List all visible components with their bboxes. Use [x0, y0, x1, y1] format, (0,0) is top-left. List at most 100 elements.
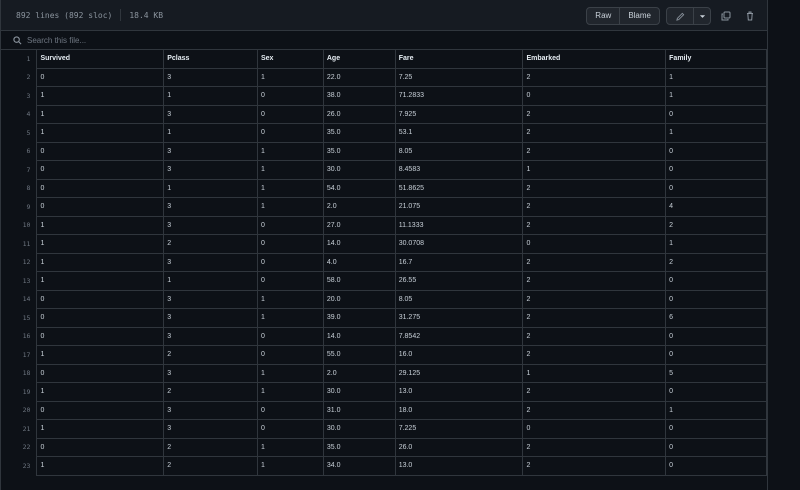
table-cell: 1 [257, 308, 324, 328]
line-number[interactable]: 2 [1, 68, 37, 87]
table-cell: 2 [522, 308, 667, 328]
line-number[interactable]: 22 [1, 438, 37, 457]
table-cell: 35.0 [322, 437, 396, 457]
table-cell: 1 [665, 234, 767, 254]
table-cell: 16.0 [394, 345, 524, 365]
file-header: 892 lines (892 sloc) 18.4 KB Raw Blame [1, 0, 767, 31]
table-cell: 0 [257, 326, 324, 346]
column-header: Survived [36, 49, 165, 69]
line-number[interactable]: 11 [1, 235, 37, 254]
line-number[interactable]: 23 [1, 457, 37, 476]
table-cell: 1 [36, 271, 165, 291]
table-cell: 1 [36, 382, 165, 402]
table-cell: 7.8542 [394, 326, 524, 346]
table-cell: 4.0 [322, 252, 396, 272]
table-cell: 1 [163, 178, 258, 198]
line-number[interactable]: 9 [1, 198, 37, 217]
table-row: 13 1 1 0 58.0 26.55 2 0 [1, 271, 767, 291]
table-cell: 0 [522, 234, 667, 254]
table-cell: 3 [163, 104, 258, 124]
table-cell: 2 [522, 252, 667, 272]
table-cell: 1 [257, 160, 324, 180]
table-row: 6 0 3 1 35.0 8.05 2 0 [1, 141, 767, 161]
table-cell: 3 [163, 197, 258, 217]
table-cell: 0 [522, 86, 667, 106]
table-cell: 2 [163, 437, 258, 457]
table-header-row: 1 Survived Pclass Sex Age Fare Embarked … [1, 49, 767, 69]
table-cell: 7.25 [394, 67, 524, 87]
table-cell: 0 [36, 289, 165, 309]
table-cell: 1 [36, 252, 165, 272]
line-count: 892 lines (892 sloc) [16, 10, 113, 20]
line-number[interactable]: 12 [1, 253, 37, 272]
table-cell: 2 [163, 234, 258, 254]
line-number[interactable]: 16 [1, 327, 37, 346]
table-cell: 34.0 [322, 456, 396, 476]
table-cell: 53.1 [394, 123, 524, 143]
table-cell: 39.0 [322, 308, 396, 328]
file-search[interactable]: Search this file... [1, 31, 767, 50]
table-cell: 71.2833 [394, 86, 524, 106]
line-number[interactable]: 20 [1, 401, 37, 420]
table-cell: 2 [665, 252, 767, 272]
line-number[interactable]: 21 [1, 420, 37, 439]
raw-button[interactable]: Raw [587, 8, 621, 24]
line-number[interactable]: 17 [1, 346, 37, 365]
divider [120, 9, 122, 21]
table-cell: 1 [257, 141, 324, 161]
table-cell: 1 [257, 178, 324, 198]
line-number[interactable]: 14 [1, 290, 37, 309]
line-number[interactable]: 10 [1, 216, 37, 235]
trash-icon [747, 11, 753, 21]
table-cell: 0 [665, 345, 767, 365]
table-cell: 1 [522, 363, 667, 383]
edit-dropdown-button[interactable] [694, 8, 710, 24]
line-number[interactable]: 8 [1, 179, 37, 198]
table-cell: 0 [36, 363, 165, 383]
table-cell: 2 [522, 123, 667, 143]
table-cell: 1 [36, 419, 165, 439]
line-number[interactable]: 19 [1, 383, 37, 402]
table-cell: 0 [665, 141, 767, 161]
table-cell: 2 [522, 345, 667, 365]
table-cell: 2 [522, 437, 667, 457]
table-cell: 1 [257, 197, 324, 217]
table-cell: 1 [665, 400, 767, 420]
blame-button[interactable]: Blame [620, 8, 659, 24]
line-number[interactable]: 15 [1, 309, 37, 328]
table-cell: 2 [163, 345, 258, 365]
table-cell: 2 [522, 178, 667, 198]
delete-button[interactable] [741, 8, 759, 24]
table-cell: 7.225 [394, 419, 524, 439]
copy-button[interactable] [717, 8, 735, 24]
table-cell: 0 [36, 160, 165, 180]
line-number[interactable]: 1 [1, 50, 37, 69]
table-cell: 1 [163, 271, 258, 291]
table-cell: 2 [522, 289, 667, 309]
table-cell: 6 [665, 308, 767, 328]
edit-button[interactable] [667, 8, 694, 24]
table-cell: 0 [257, 234, 324, 254]
line-number[interactable]: 5 [1, 124, 37, 143]
table-cell: 7.925 [394, 104, 524, 124]
table-cell: 0 [257, 86, 324, 106]
raw-blame-group: Raw Blame [586, 7, 660, 25]
table-cell: 3 [163, 289, 258, 309]
table-cell: 0 [257, 104, 324, 124]
table-cell: 3 [163, 308, 258, 328]
line-number[interactable]: 4 [1, 105, 37, 124]
table-row: 10 1 3 0 27.0 11.1333 2 2 [1, 215, 767, 235]
table-cell: 1 [36, 215, 165, 235]
line-number[interactable]: 3 [1, 87, 37, 106]
line-number[interactable]: 18 [1, 364, 37, 383]
line-number[interactable]: 7 [1, 161, 37, 180]
table-row: 4 1 3 0 26.0 7.925 2 0 [1, 104, 767, 124]
line-number[interactable]: 13 [1, 272, 37, 291]
line-number[interactable]: 6 [1, 142, 37, 161]
table-cell: 51.8625 [394, 178, 524, 198]
table-cell: 1 [665, 86, 767, 106]
table-cell: 30.0 [322, 160, 396, 180]
table-cell: 2 [522, 215, 667, 235]
table-cell: 2 [522, 104, 667, 124]
table-cell: 3 [163, 67, 258, 87]
